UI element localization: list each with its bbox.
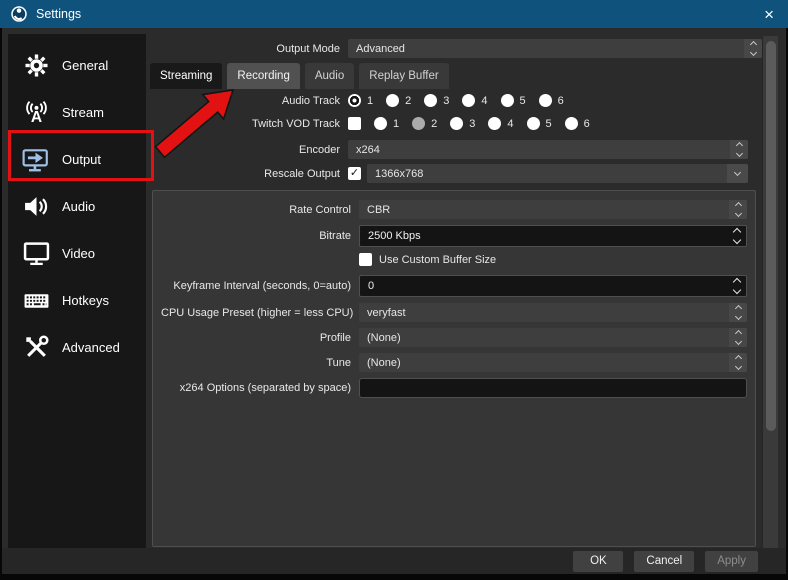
tab-replay-buffer[interactable]: Replay Buffer: [359, 63, 449, 89]
settings-sidebar: General A Stream Output Audio Video Hotk…: [8, 34, 146, 566]
vertical-scrollbar[interactable]: [762, 36, 778, 548]
sidebar-item-audio[interactable]: Audio: [8, 183, 146, 230]
sidebar-item-label: Audio: [62, 199, 96, 214]
vod-track-radio-6[interactable]: [564, 117, 578, 130]
spinner-icon[interactable]: [728, 227, 746, 245]
use-custom-buffer-row: Use Custom Buffer Size: [359, 253, 747, 266]
sidebar-item-label: General: [62, 58, 109, 73]
settings-window: Settings × General A Stream Output Audio…: [0, 0, 788, 580]
spinner-icon[interactable]: [744, 39, 762, 58]
output-mode-label: Output Mode: [276, 42, 340, 55]
rate-control-row: Rate Control CBR: [161, 200, 747, 219]
vod-track-radio-1[interactable]: [374, 117, 387, 130]
apply-button[interactable]: Apply: [705, 550, 758, 572]
keyframe-interval-label: Keyframe Interval (seconds, 0=auto): [173, 280, 351, 292]
audio-track-radio-4[interactable]: [462, 94, 476, 107]
audio-track-radio-1[interactable]: [348, 94, 361, 107]
titlebar: Settings ×: [0, 0, 788, 28]
rate-control-label: Rate Control: [289, 203, 351, 216]
sidebar-item-advanced[interactable]: Advanced: [8, 324, 146, 371]
spinner-icon[interactable]: [729, 353, 747, 372]
scrollbar-thumb[interactable]: [766, 41, 776, 431]
keyframe-interval-spinbox[interactable]: 0: [359, 275, 747, 297]
x264-options-row: x264 Options (separated by space): [161, 378, 747, 398]
sidebar-item-label: Advanced: [62, 340, 120, 355]
x264-options-input[interactable]: [359, 378, 747, 398]
spinner-icon[interactable]: [730, 140, 748, 159]
encoder-select[interactable]: x264: [348, 140, 748, 159]
hotkeys-keyboard-icon: [21, 287, 51, 315]
keyframe-interval-row: Keyframe Interval (seconds, 0=auto) 0: [161, 275, 747, 297]
tune-row: Tune (None): [161, 353, 747, 372]
spinner-icon[interactable]: [728, 277, 746, 295]
cpu-usage-preset-label: CPU Usage Preset (higher = less CPU): [161, 306, 354, 319]
spinner-icon[interactable]: [729, 328, 747, 347]
advanced-tools-icon: [21, 334, 51, 362]
close-icon[interactable]: ×: [760, 6, 778, 23]
profile-row: Profile (None): [161, 328, 747, 347]
cpu-usage-preset-select[interactable]: veryfast: [359, 303, 747, 322]
x264-options-label: x264 Options (separated by space): [179, 382, 351, 394]
cpu-usage-preset-row: CPU Usage Preset (higher = less CPU) ver…: [161, 303, 747, 322]
audio-track-radio-5[interactable]: [500, 94, 514, 107]
stream-antenna-icon: A: [21, 99, 51, 127]
rate-control-select[interactable]: CBR: [359, 200, 747, 219]
sidebar-item-video[interactable]: Video: [8, 230, 146, 277]
bitrate-label: Bitrate: [319, 230, 351, 242]
vod-track-radio-3[interactable]: [450, 117, 464, 130]
output-settings-pane: Output Mode Advanced Streaming Recording…: [150, 36, 764, 548]
vod-track-radio-4[interactable]: [488, 117, 502, 130]
tab-audio[interactable]: Audio: [304, 63, 355, 89]
encoder-settings-group: Rate Control CBR Bitrate 2500 Kbps Use C…: [152, 190, 756, 547]
gear-icon: [21, 52, 51, 80]
sidebar-item-label: Stream: [62, 105, 104, 120]
sidebar-item-hotkeys[interactable]: Hotkeys: [8, 277, 146, 324]
tune-select[interactable]: (None): [359, 353, 747, 372]
window-bottom-border: [0, 574, 788, 580]
tune-label: Tune: [326, 356, 351, 369]
sidebar-item-stream[interactable]: A Stream: [8, 89, 146, 136]
sidebar-item-label: Hotkeys: [62, 293, 109, 308]
profile-select[interactable]: (None): [359, 328, 747, 347]
video-monitor-icon: [21, 240, 51, 268]
audio-track-radio-2[interactable]: [386, 94, 400, 107]
chevron-down-icon[interactable]: [727, 164, 748, 183]
twitch-vod-track-checkbox[interactable]: [348, 117, 361, 130]
cancel-button[interactable]: Cancel: [634, 550, 695, 572]
use-custom-buffer-checkbox[interactable]: [359, 253, 372, 266]
audio-speaker-icon: [21, 193, 51, 221]
output-mode-row: Output Mode Advanced: [150, 39, 762, 58]
spinner-icon[interactable]: [729, 200, 747, 219]
window-title: Settings: [36, 7, 82, 21]
sidebar-item-general[interactable]: General: [8, 42, 146, 89]
audio-track-radio-6[interactable]: [538, 94, 552, 107]
vod-track-radio-2[interactable]: [412, 117, 426, 130]
output-mode-select[interactable]: Advanced: [348, 39, 762, 58]
rescale-output-row: Rescale Output ✓ 1366x768: [150, 164, 748, 183]
profile-label: Profile: [319, 331, 351, 344]
dialog-footer: OK Cancel Apply: [2, 548, 786, 574]
spinner-icon[interactable]: [729, 303, 747, 322]
use-custom-buffer-label: Use Custom Buffer Size: [379, 253, 497, 266]
rescale-resolution-select[interactable]: 1366x768: [367, 164, 748, 183]
sidebar-item-label: Video: [62, 246, 96, 261]
vod-track-radio-5[interactable]: [526, 117, 540, 130]
recording-arrow-annotation: [154, 89, 235, 159]
ok-button[interactable]: OK: [573, 550, 624, 572]
obs-logo-icon: [11, 6, 27, 22]
rescale-output-checkbox[interactable]: ✓: [348, 167, 361, 180]
audio-track-radio-3[interactable]: [424, 94, 438, 107]
bitrate-spinbox[interactable]: 2500 Kbps: [359, 225, 747, 247]
bitrate-row: Bitrate 2500 Kbps: [161, 225, 747, 247]
rescale-output-label: Rescale Output: [264, 167, 340, 180]
output-highlight-annotation: [8, 130, 154, 181]
